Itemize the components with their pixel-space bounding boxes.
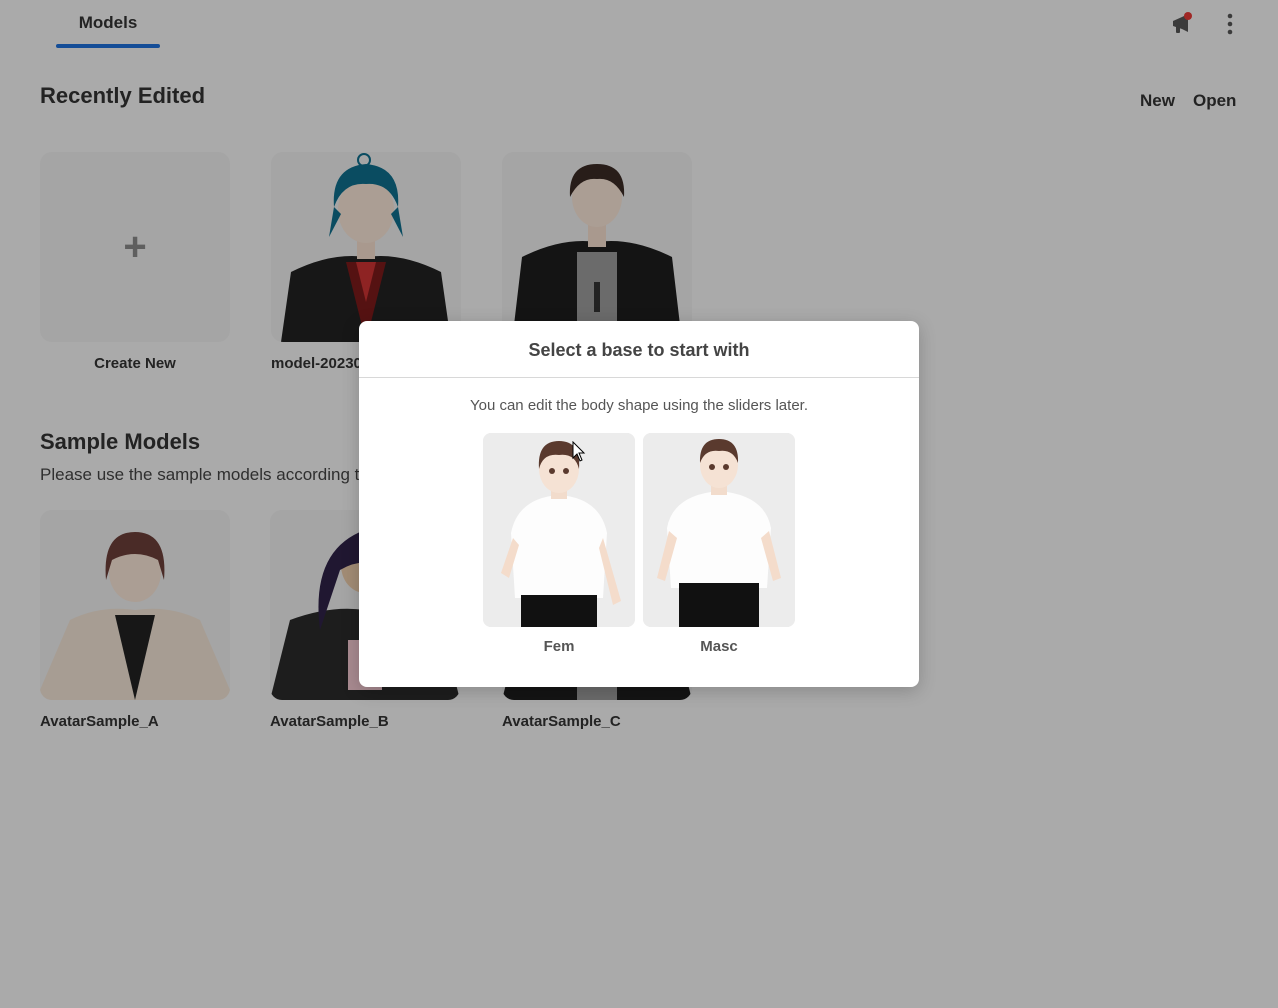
base-option-fem[interactable]: Fem (483, 433, 635, 655)
base-option-image[interactable] (483, 433, 635, 627)
mouse-cursor-icon (572, 441, 586, 462)
base-option-label: Fem (543, 638, 575, 655)
dialog-description: You can edit the body shape using the sl… (469, 397, 808, 414)
base-option-image[interactable] (643, 433, 795, 627)
masc-base-avatar-image (643, 433, 795, 627)
base-option-label: Masc (700, 638, 738, 655)
select-base-dialog: Select a base to start with You can edit… (359, 321, 919, 687)
dialog-title: Select a base to start with (359, 321, 919, 378)
fem-base-avatar-image (483, 433, 635, 627)
base-option-masc[interactable]: Masc (643, 433, 795, 655)
